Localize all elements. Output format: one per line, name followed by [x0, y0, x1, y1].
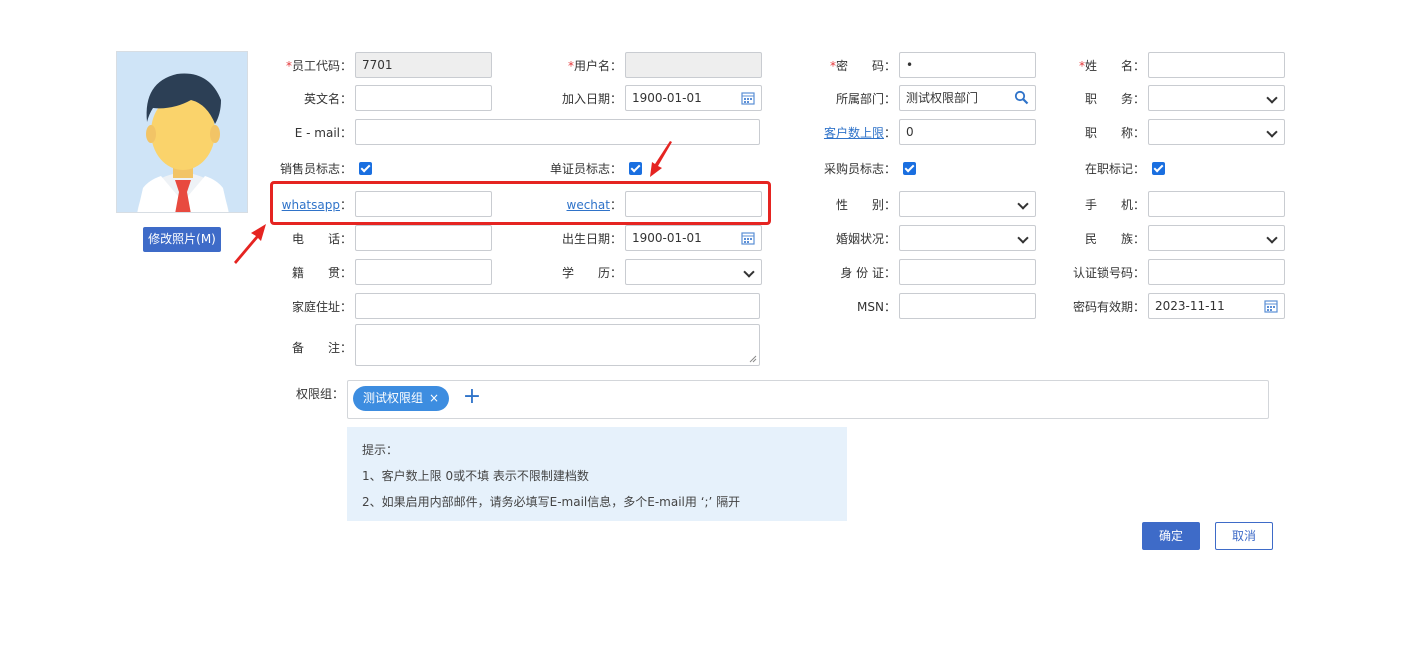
mobile-label: 手 机： [1084, 198, 1145, 212]
calendar-icon[interactable] [741, 231, 755, 245]
title-select[interactable] [1148, 119, 1285, 145]
birth-date-label: 出生日期： [561, 232, 622, 246]
sales-flag-checkbox[interactable] [359, 162, 372, 175]
education-select[interactable] [625, 259, 762, 285]
birth-date-value: 1900-01-01 [632, 231, 702, 245]
position-label: 职 务： [1084, 92, 1145, 106]
password-input[interactable]: • [899, 52, 1036, 78]
department-value: 测试权限部门 [906, 91, 979, 105]
emp-code-input[interactable]: 7701 [355, 52, 492, 78]
confirm-button[interactable]: 确定 [1142, 522, 1200, 550]
username-input[interactable] [625, 52, 762, 78]
education-label: 学 历： [561, 266, 622, 280]
employed-flag-checkbox[interactable] [1152, 162, 1165, 175]
tips-line: 1、客户数上限 0或不填 表示不限制建档数 [362, 469, 589, 483]
annotation-arrow-icon [650, 141, 672, 177]
join-date-label: 加入日期： [561, 92, 622, 106]
remark-label: 备 注： [291, 341, 352, 355]
annotation-arrow-icon [234, 224, 266, 264]
phone-label: 电 话： [291, 232, 352, 246]
phone-input[interactable] [355, 225, 492, 251]
password-label: *密 码： [829, 59, 896, 73]
customer-limit-label: 客户数上限： [823, 126, 896, 140]
email-label: E - mail： [294, 126, 352, 140]
address-input[interactable] [355, 293, 760, 319]
change-photo-button[interactable]: 修改照片(M) [143, 227, 221, 252]
permission-tag: 测试权限组 × [353, 386, 449, 411]
msn-label: MSN： [857, 300, 896, 314]
permission-box[interactable] [347, 380, 1269, 419]
ethnicity-label: 民 族： [1084, 232, 1145, 246]
ethnicity-select[interactable] [1148, 225, 1285, 251]
english-name-input[interactable] [355, 85, 492, 111]
tips-panel: 提示： 1、客户数上限 0或不填 表示不限制建档数 2、如果启用内部邮件，请务必… [347, 427, 847, 521]
remark-textarea[interactable] [355, 324, 760, 366]
tips-line: 2、如果启用内部邮件，请务必填写E-mail信息，多个E-mail用 ‘;’ 隔… [362, 495, 741, 509]
native-place-input[interactable] [355, 259, 492, 285]
purchase-flag-label: 采购员标志： [823, 162, 896, 176]
doc-flag-label: 单证员标志： [549, 162, 622, 176]
customer-limit-link[interactable]: 客户数上限 [824, 126, 884, 140]
calendar-icon[interactable] [1264, 299, 1278, 313]
email-input[interactable] [355, 119, 760, 145]
english-name-label: 英文名： [303, 92, 352, 106]
add-permission-icon[interactable]: + [462, 386, 482, 408]
calendar-icon[interactable] [741, 91, 755, 105]
gender-select[interactable] [899, 191, 1036, 217]
cancel-button[interactable]: 取消 [1215, 522, 1273, 550]
id-card-label: 身 份 证： [840, 266, 896, 280]
employee-photo [116, 51, 248, 213]
pwd-expiry-input[interactable]: 2023-11-11 [1148, 293, 1285, 319]
search-icon[interactable] [1014, 90, 1029, 105]
sales-flag-label: 销售员标志： [279, 162, 352, 176]
id-card-input[interactable] [899, 259, 1036, 285]
auth-lock-input[interactable] [1148, 259, 1285, 285]
customer-limit-input[interactable]: 0 [899, 119, 1036, 145]
position-select[interactable] [1148, 85, 1285, 111]
employed-flag-label: 在职标记： [1084, 162, 1145, 176]
permission-label: 权限组： [295, 387, 344, 401]
tips-title: 提示： [362, 443, 399, 457]
gender-label: 性 别： [835, 198, 896, 212]
remove-tag-icon[interactable]: × [429, 386, 439, 411]
permission-tag-label: 测试权限组 [363, 391, 424, 405]
avatar-icon [117, 52, 247, 212]
marital-select[interactable] [899, 225, 1036, 251]
msn-input[interactable] [899, 293, 1036, 319]
pwd-expiry-value: 2023-11-11 [1155, 299, 1225, 313]
doc-flag-checkbox[interactable] [629, 162, 642, 175]
purchase-flag-checkbox[interactable] [903, 162, 916, 175]
department-input[interactable]: 测试权限部门 [899, 85, 1036, 111]
native-place-label: 籍 贯： [291, 266, 352, 280]
birth-date-input[interactable]: 1900-01-01 [625, 225, 762, 251]
resize-handle-icon[interactable] [749, 355, 757, 363]
join-date-value: 1900-01-01 [632, 91, 702, 105]
username-label: *用户名： [567, 59, 622, 73]
name-input[interactable] [1148, 52, 1285, 78]
join-date-input[interactable]: 1900-01-01 [625, 85, 762, 111]
marital-label: 婚姻状况： [835, 232, 896, 246]
auth-lock-label: 认证锁号码： [1072, 266, 1145, 280]
title-label: 职 称： [1084, 126, 1145, 140]
address-label: 家庭住址： [291, 300, 352, 314]
department-label: 所属部门： [835, 92, 896, 106]
highlight-box [270, 181, 771, 225]
emp-code-label: *员工代码： [285, 59, 352, 73]
mobile-input[interactable] [1148, 191, 1285, 217]
name-label: *姓 名： [1078, 59, 1145, 73]
pwd-expiry-label: 密码有效期： [1072, 300, 1145, 314]
